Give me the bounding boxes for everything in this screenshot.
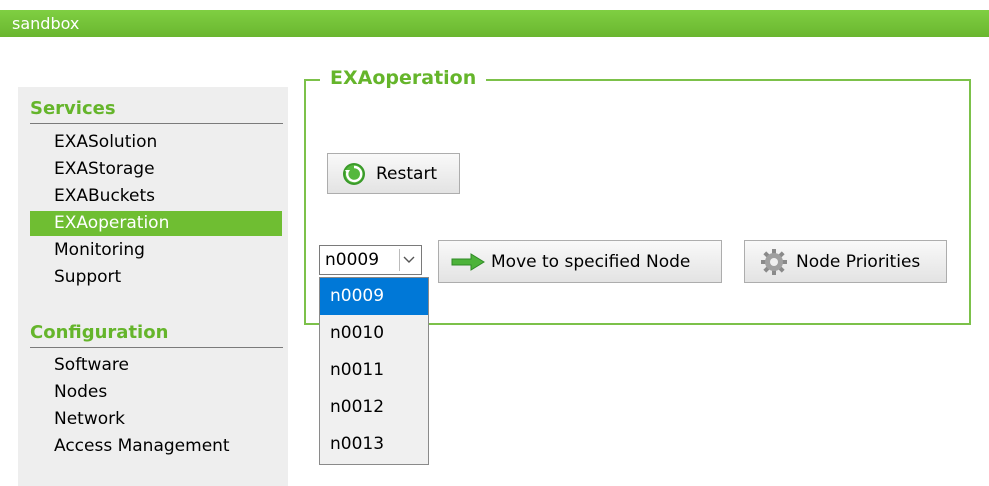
sidebar-item-exabuckets[interactable]: EXABuckets (30, 184, 282, 209)
move-to-node-button[interactable]: Move to specified Node (438, 240, 722, 283)
sidebar-item-network[interactable]: Network (30, 407, 282, 432)
panel-legend: EXAoperation (320, 67, 487, 89)
restart-button[interactable]: Restart (327, 153, 460, 194)
sidebar-item-exastorage[interactable]: EXAStorage (30, 157, 282, 182)
chevron-down-icon (399, 249, 419, 271)
section-divider (30, 347, 283, 348)
header-strip (0, 10, 989, 37)
node-select-value: n0009 (325, 250, 380, 270)
gear-icon (760, 248, 788, 276)
top-bar: sandbox (0, 0, 989, 40)
move-label: Move to specified Node (491, 251, 691, 272)
sidebar-item-support[interactable]: Support (30, 265, 282, 290)
refresh-icon (342, 162, 366, 186)
sidebar-item-software[interactable]: Software (30, 353, 282, 378)
dropdown-option-n0012[interactable]: n0012 (320, 389, 428, 426)
sidebar-item-exasolution[interactable]: EXASolution (30, 130, 282, 155)
arrow-right-icon (451, 252, 485, 272)
priorities-label: Node Priorities (796, 251, 921, 272)
section-heading-services: Services (30, 98, 116, 119)
dropdown-option-n0010[interactable]: n0010 (320, 315, 428, 352)
sidebar: Services EXASolution EXAStorage EXABucke… (18, 87, 288, 486)
dropdown-option-n0013[interactable]: n0013 (320, 426, 428, 463)
dropdown-option-n0011[interactable]: n0011 (320, 352, 428, 389)
restart-label: Restart (376, 163, 438, 184)
sidebar-item-exaoperation[interactable]: EXAoperation (30, 211, 282, 236)
sidebar-item-access-management[interactable]: Access Management (30, 434, 282, 459)
sidebar-item-monitoring[interactable]: Monitoring (30, 238, 282, 263)
dropdown-option-n0009[interactable]: n0009 (320, 278, 428, 315)
app-title: sandbox (12, 14, 80, 33)
node-select-dropdown: n0009 n0010 n0011 n0012 n0013 (319, 277, 429, 465)
section-divider (30, 123, 283, 124)
node-priorities-button[interactable]: Node Priorities (744, 240, 947, 283)
sidebar-item-nodes[interactable]: Nodes (30, 380, 282, 405)
node-select[interactable]: n0009 (319, 245, 422, 275)
section-heading-configuration: Configuration (30, 322, 169, 343)
